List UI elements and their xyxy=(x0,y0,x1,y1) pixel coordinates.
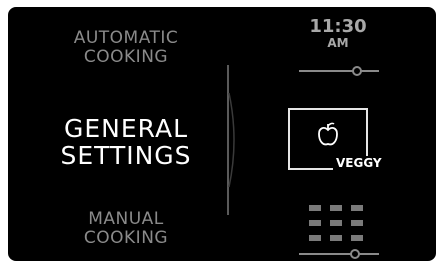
oven-display: AUTOMATIC COOKING GENERAL SETTINGS MANUA… xyxy=(8,7,436,261)
keypad-icon[interactable] xyxy=(309,205,363,241)
menu-item-manual-cooking[interactable]: MANUAL COOKING xyxy=(26,210,226,248)
menu-item-line-1: AUTOMATIC xyxy=(73,28,179,48)
slider-icon xyxy=(299,66,379,76)
clock-ampm: AM xyxy=(327,36,349,50)
menu-item-general-settings[interactable]: GENERAL SETTINGS xyxy=(26,115,226,169)
program-tile-label: VEGGY xyxy=(333,156,385,170)
menu-item-automatic-cooking[interactable]: AUTOMATIC COOKING xyxy=(26,29,226,67)
menu-item-line-2: COOKING xyxy=(83,47,169,67)
clock-display[interactable]: 11:30 AM xyxy=(298,16,378,50)
curved-divider xyxy=(227,65,235,215)
menu-item-line-2: SETTINGS xyxy=(60,141,192,170)
apple-icon xyxy=(318,122,338,146)
slider-icon xyxy=(299,249,379,259)
clock-time: 11:30 xyxy=(309,16,367,37)
menu-item-line-1: GENERAL xyxy=(63,114,189,143)
menu-item-line-2: COOKING xyxy=(83,228,169,248)
menu-item-line-1: MANUAL xyxy=(88,209,164,229)
